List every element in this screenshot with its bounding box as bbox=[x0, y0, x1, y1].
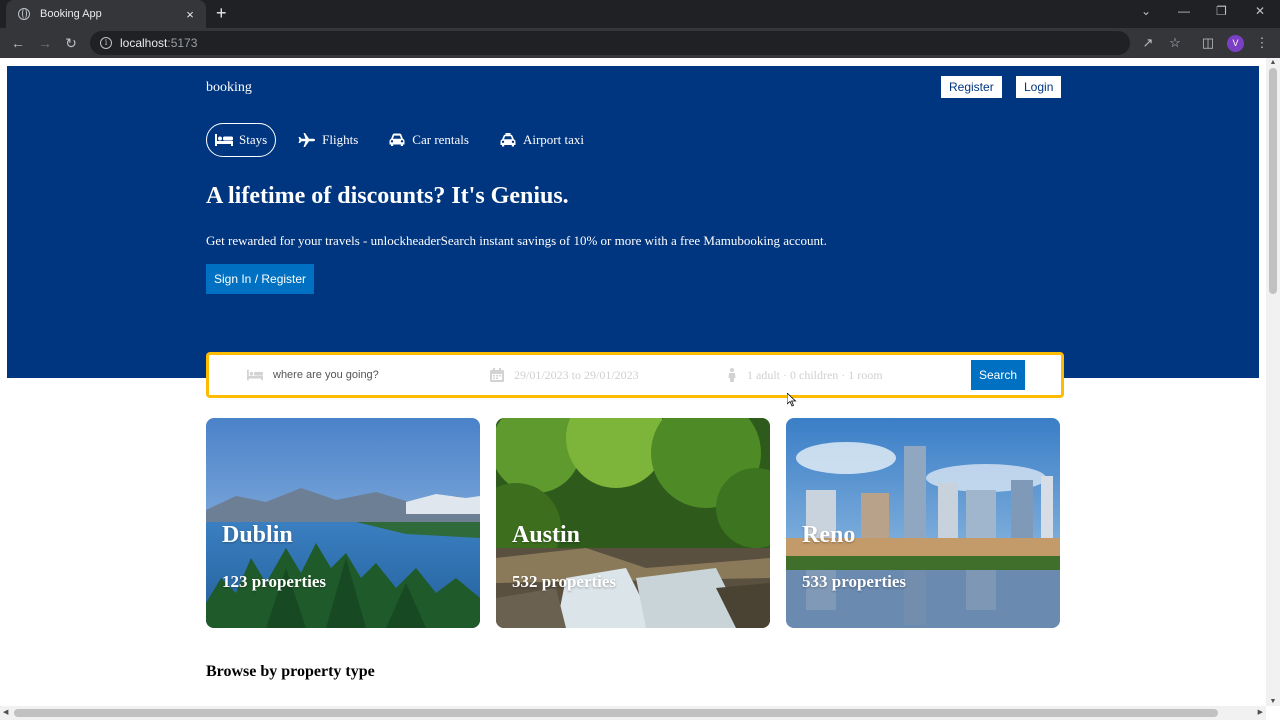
date-range-text: 29/01/2023 to 29/01/2023 bbox=[514, 367, 639, 382]
register-button[interactable]: Register bbox=[941, 76, 1002, 98]
nav-item-label: Car rentals bbox=[412, 132, 469, 147]
date-range-field[interactable]: 29/01/2023 to 29/01/2023 bbox=[490, 355, 639, 395]
restore-icon[interactable]: ❐ bbox=[1216, 4, 1227, 18]
browse-property-type-heading: Browse by property type bbox=[206, 663, 375, 680]
bed-icon bbox=[215, 134, 233, 146]
vertical-scroll-thumb[interactable] bbox=[1269, 68, 1277, 294]
globe-icon bbox=[18, 8, 30, 20]
new-tab-icon[interactable]: + bbox=[216, 3, 227, 23]
card-city: Reno bbox=[802, 522, 856, 548]
site-info-icon[interactable]: i bbox=[100, 37, 112, 49]
browser-tab-bar: Booking App × + ⌄ — ❐ ✕ bbox=[0, 0, 1280, 28]
calendar-icon bbox=[490, 368, 504, 382]
card-properties: 533 properties bbox=[802, 572, 907, 591]
scroll-up-icon[interactable]: ▲ bbox=[1266, 59, 1280, 66]
bookmark-star-icon[interactable]: ☆ bbox=[1166, 34, 1184, 52]
reload-icon[interactable]: ↻ bbox=[62, 34, 80, 52]
card-properties: 532 properties bbox=[512, 572, 617, 591]
login-button[interactable]: Login bbox=[1016, 76, 1062, 98]
back-icon[interactable]: ← bbox=[9, 34, 27, 52]
scroll-down-icon[interactable]: ▼ bbox=[1266, 698, 1280, 705]
guests-text: 1 adult · 0 children · 1 room bbox=[747, 367, 883, 382]
nav-item-label: Airport taxi bbox=[522, 132, 584, 147]
side-panel-icon[interactable]: ◫ bbox=[1199, 34, 1217, 52]
minimize-icon[interactable]: — bbox=[1178, 4, 1190, 18]
site-header: booking Register Login Stays Flights Car… bbox=[7, 66, 1259, 378]
window-close-icon[interactable]: ✕ bbox=[1255, 4, 1265, 18]
nav-item-flights[interactable]: Flights bbox=[290, 123, 366, 157]
tab-close-icon[interactable]: × bbox=[182, 7, 198, 22]
card-properties: 123 properties bbox=[222, 572, 327, 591]
browser-toolbar: ← → ↻ i localhost:5173 ↗ ☆ ◫ V ⋮ bbox=[0, 28, 1280, 58]
card-city: Austin bbox=[512, 522, 581, 548]
bed-icon bbox=[247, 369, 263, 381]
header-nav: Stays Flights Car rentals Airport taxi bbox=[206, 123, 606, 157]
guests-field[interactable]: 1 adult · 0 children · 1 room bbox=[727, 355, 883, 395]
taxi-icon bbox=[500, 133, 516, 147]
sign-in-register-button[interactable]: Sign In / Register bbox=[206, 264, 315, 294]
plane-icon bbox=[298, 133, 316, 147]
menu-dots-icon[interactable]: ⋮ bbox=[1253, 34, 1271, 52]
brand-logo[interactable]: booking bbox=[206, 80, 252, 96]
tab-search-icon[interactable]: ⌄ bbox=[1141, 4, 1151, 18]
share-icon[interactable]: ↗ bbox=[1139, 34, 1157, 52]
destination-input[interactable] bbox=[273, 369, 453, 381]
featured-card-reno[interactable]: Reno 533 properties bbox=[786, 418, 1060, 628]
scroll-right-icon[interactable]: ▶ bbox=[1258, 708, 1263, 716]
horizontal-scroll-thumb[interactable] bbox=[14, 709, 1218, 717]
nav-item-stays[interactable]: Stays bbox=[206, 123, 277, 157]
browser-tab[interactable]: Booking App × bbox=[6, 0, 206, 28]
page-viewport: booking Register Login Stays Flights Car… bbox=[0, 58, 1280, 720]
horizontal-scrollbar[interactable]: ◀ ▶ bbox=[0, 706, 1266, 720]
scroll-left-icon[interactable]: ◀ bbox=[3, 708, 8, 716]
address-bar[interactable]: i localhost:5173 bbox=[90, 31, 1130, 55]
nav-item-label: Flights bbox=[322, 132, 359, 147]
destination-field[interactable] bbox=[247, 355, 453, 395]
profile-avatar[interactable]: V bbox=[1227, 35, 1244, 52]
vertical-scrollbar[interactable]: ▲ ▼ bbox=[1266, 58, 1280, 706]
nav-item-car-rentals[interactable]: Car rentals bbox=[380, 123, 477, 157]
forward-icon[interactable]: → bbox=[36, 34, 54, 52]
tab-title: Booking App bbox=[40, 8, 102, 20]
nav-item-label: Stays bbox=[239, 132, 268, 147]
header-description: Get rewarded for your travels - unlockhe… bbox=[206, 233, 827, 248]
mouse-cursor-icon bbox=[787, 393, 797, 407]
featured-card-dublin[interactable]: Dublin 123 properties bbox=[206, 418, 480, 628]
person-icon bbox=[728, 368, 736, 382]
nav-item-airport-taxi[interactable]: Airport taxi bbox=[491, 123, 592, 157]
featured-card-austin[interactable]: Austin 532 properties bbox=[496, 418, 770, 628]
address-url[interactable]: localhost:5173 bbox=[120, 36, 197, 50]
search-button[interactable]: Search bbox=[971, 360, 1026, 390]
search-bar: 29/01/2023 to 29/01/2023 1 adult · 0 chi… bbox=[206, 352, 1064, 398]
card-city: Dublin bbox=[222, 522, 293, 548]
car-icon bbox=[389, 133, 405, 146]
page-title: A lifetime of discounts? It's Genius. bbox=[206, 183, 569, 209]
